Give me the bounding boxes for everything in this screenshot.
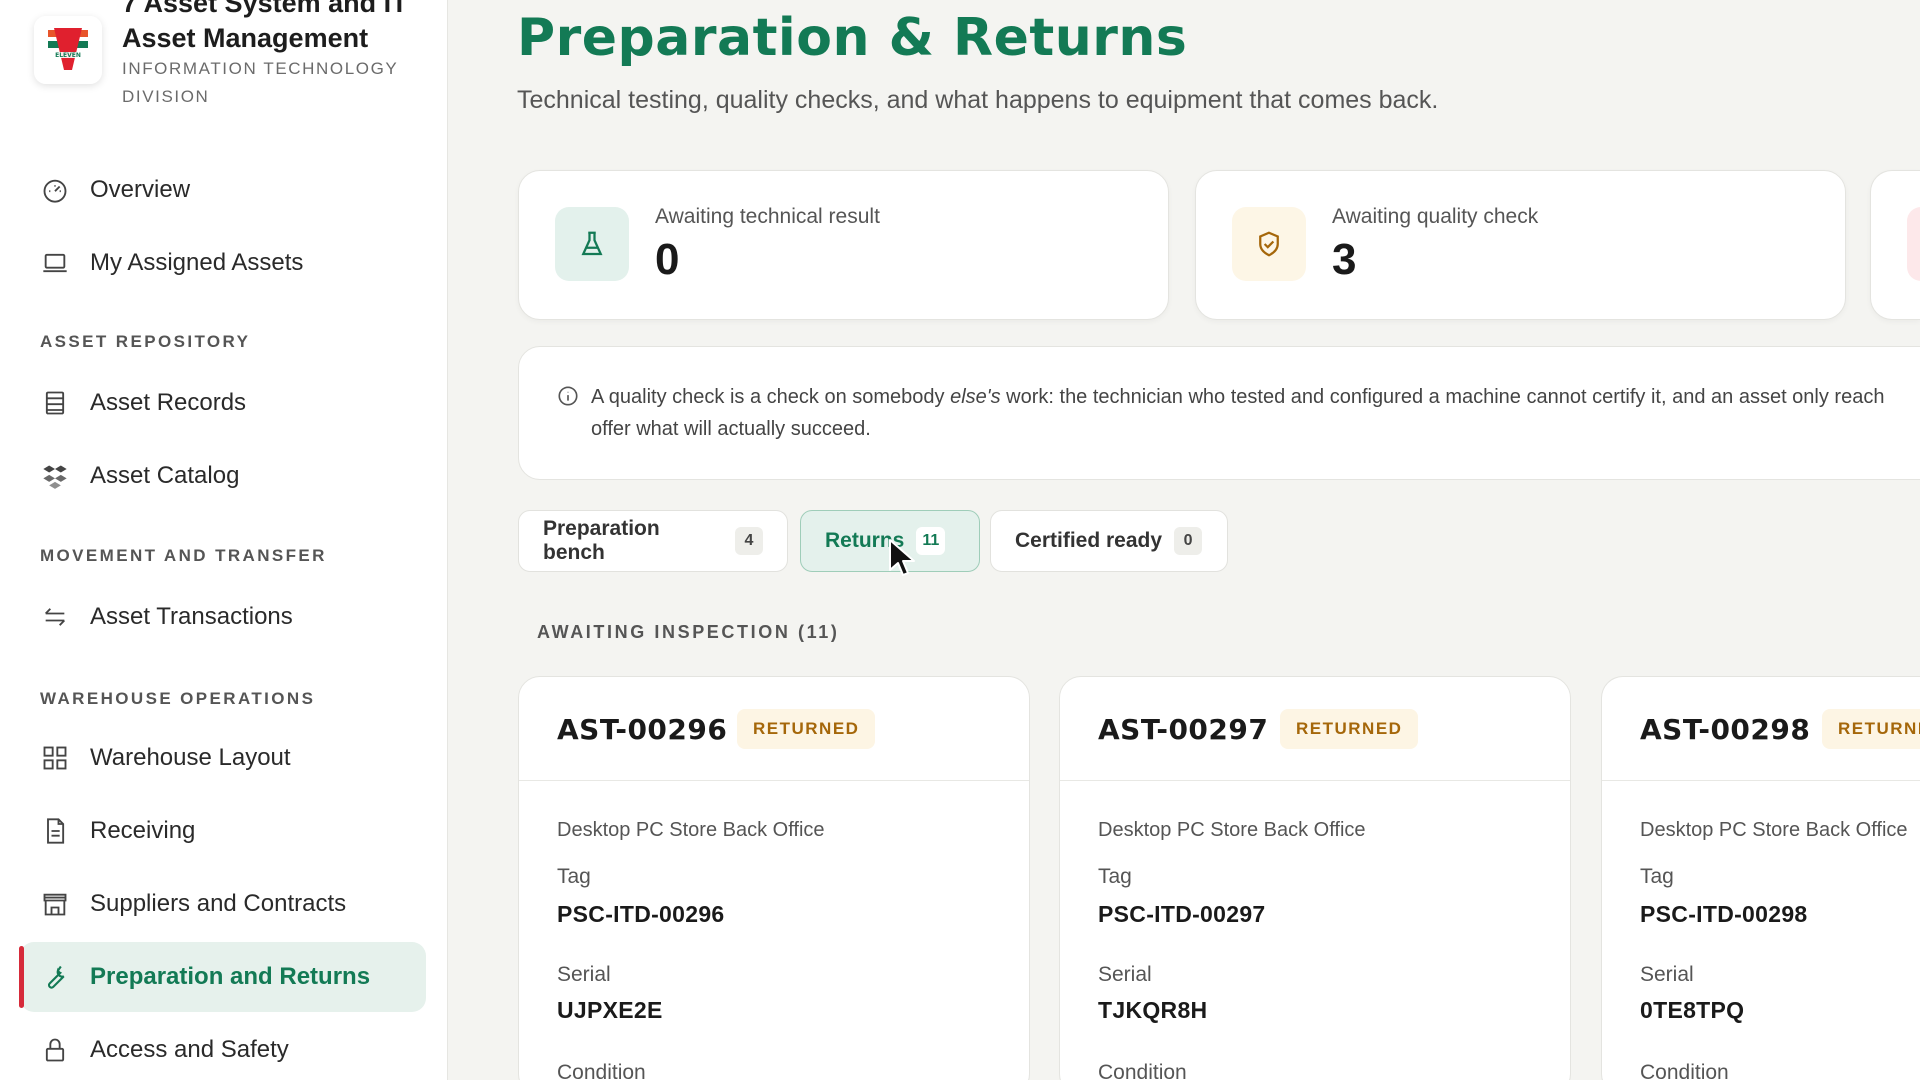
division-label: INFORMATION TECHNOLOGY DIVISION bbox=[122, 59, 399, 106]
sidebar-item-receiving[interactable]: Receiving bbox=[20, 796, 426, 866]
group-label-awaiting-inspection: AWAITING INSPECTION (11) bbox=[537, 622, 840, 642]
sidebar-item-label: Asset Records bbox=[90, 389, 247, 416]
asset-card[interactable]: AST-00298 RETURNE Desktop PC Store Back … bbox=[1601, 676, 1920, 1080]
records-icon bbox=[40, 388, 70, 418]
sidebar-item-label: Overview bbox=[90, 176, 191, 203]
condition-label: Condition bbox=[1640, 1061, 1729, 1080]
sidebar-item-label: Suppliers and Contracts bbox=[90, 890, 347, 917]
asset-description: Desktop PC Store Back Office bbox=[1098, 819, 1366, 841]
status-badge: RETURNED bbox=[1280, 709, 1419, 749]
tab-preparation-bench[interactable]: Preparation bench 4 bbox=[518, 510, 788, 572]
sidebar-item-label: Asset Catalog bbox=[90, 462, 240, 489]
tag-label: Tag bbox=[557, 865, 591, 888]
sidebar-item-asset-catalog[interactable]: Asset Catalog bbox=[20, 441, 426, 511]
tab-count-badge: 11 bbox=[916, 527, 946, 555]
tab-count-badge: 4 bbox=[735, 527, 763, 555]
sidebar-item-my-assigned-assets[interactable]: My Assigned Assets bbox=[20, 228, 426, 298]
app-title: 7 Asset System and IT Asset Management bbox=[122, 0, 408, 53]
asset-description: Desktop PC Store Back Office bbox=[1640, 819, 1908, 841]
tab-certified-ready[interactable]: Certified ready 0 bbox=[990, 510, 1228, 572]
tag-value: PSC-ITD-00298 bbox=[1640, 901, 1808, 927]
sidebar-item-access-and-safety[interactable]: Access and Safety bbox=[20, 1015, 426, 1080]
flask-icon bbox=[555, 207, 629, 281]
serial-label: Serial bbox=[557, 963, 611, 986]
asset-id: AST-00296 bbox=[557, 713, 728, 746]
serial-label: Serial bbox=[1098, 963, 1152, 986]
store-icon bbox=[40, 889, 70, 919]
stat-card-technical-result: Awaiting technical result 0 bbox=[518, 170, 1169, 320]
asset-card-header: AST-00298 RETURNE bbox=[1602, 677, 1920, 781]
asset-id: AST-00298 bbox=[1640, 713, 1811, 746]
notice-text-line2: offer what will actually succeed. bbox=[591, 418, 871, 440]
svg-text:ELEVEN: ELEVEN bbox=[55, 52, 81, 59]
document-icon bbox=[40, 816, 70, 846]
stat-value: 3 bbox=[1332, 235, 1357, 284]
serial-value: TJKQR8H bbox=[1098, 997, 1208, 1023]
wrench-icon bbox=[40, 962, 70, 992]
tag-value: PSC-ITD-00297 bbox=[1098, 901, 1266, 927]
sidebar-item-label: My Assigned Assets bbox=[90, 249, 304, 276]
tab-label: Certified ready bbox=[1015, 529, 1163, 552]
tag-value: PSC-ITD-00296 bbox=[557, 901, 725, 927]
page-title: Preparation & Returns bbox=[517, 8, 1188, 68]
serial-value: 0TE8TPQ bbox=[1640, 997, 1745, 1023]
sidebar-item-label: Preparation and Returns bbox=[90, 963, 371, 990]
sidebar-item-asset-records[interactable]: Asset Records bbox=[20, 368, 426, 438]
asset-card-header: AST-00296 RETURNED bbox=[519, 677, 1029, 781]
sidebar-item-asset-transactions[interactable]: Asset Transactions bbox=[20, 582, 426, 652]
section-label-movement-and-transfer: MOVEMENT AND TRANSFER bbox=[40, 546, 327, 565]
info-icon bbox=[557, 385, 581, 409]
sidebar: ELEVEN 7 Asset System and IT Asset Manag… bbox=[0, 0, 448, 1080]
quality-check-notice: A quality check is a check on somebody e… bbox=[518, 346, 1920, 480]
sidebar-item-preparation-and-returns[interactable]: Preparation and Returns bbox=[19, 942, 426, 1012]
condition-label: Condition bbox=[557, 1061, 646, 1080]
serial-value: UJPXE2E bbox=[557, 997, 663, 1023]
transfer-arrows-icon bbox=[40, 602, 70, 632]
stat-icon-partial bbox=[1907, 207, 1920, 281]
sidebar-item-label: Warehouse Layout bbox=[90, 744, 291, 771]
notice-text-part: work: the technician who tested and conf… bbox=[1000, 386, 1885, 408]
section-label-asset-repository: ASSET REPOSITORY bbox=[40, 332, 251, 351]
page-subtitle: Technical testing, quality checks, and w… bbox=[517, 86, 1439, 114]
notice-text: A quality check is a check on somebody e… bbox=[591, 381, 1920, 445]
serial-label: Serial bbox=[1640, 963, 1694, 986]
laptop-icon bbox=[40, 248, 70, 278]
sidebar-item-overview[interactable]: Overview bbox=[20, 155, 426, 225]
tab-count-badge: 0 bbox=[1174, 527, 1203, 555]
sidebar-item-warehouse-layout[interactable]: Warehouse Layout bbox=[20, 723, 426, 793]
notice-emphasis: else's bbox=[950, 386, 1001, 408]
tab-label: Preparation bench bbox=[543, 517, 660, 564]
asset-id: AST-00297 bbox=[1098, 713, 1269, 746]
sidebar-item-label: Receiving bbox=[90, 817, 196, 844]
tag-label: Tag bbox=[1640, 865, 1674, 888]
asset-card-header: AST-00297 RETURNED bbox=[1060, 677, 1570, 781]
condition-label: Condition bbox=[1098, 1061, 1187, 1080]
grid-icon bbox=[40, 743, 70, 773]
notice-text-part: A quality check is a check on somebody bbox=[591, 386, 951, 408]
asset-description: Desktop PC Store Back Office bbox=[557, 819, 825, 841]
stat-label: Awaiting quality check bbox=[1332, 205, 1539, 228]
mouse-cursor-icon bbox=[889, 539, 915, 576]
asset-card[interactable]: AST-00297 RETURNED Desktop PC Store Back… bbox=[1059, 676, 1571, 1080]
boxes-icon bbox=[40, 461, 70, 491]
shield-check-icon bbox=[1232, 207, 1306, 281]
stat-card-quality-check: Awaiting quality check 3 bbox=[1195, 170, 1846, 320]
sidebar-item-label: Asset Transactions bbox=[90, 603, 293, 630]
gauge-icon bbox=[40, 175, 70, 205]
status-badge: RETURNE bbox=[1822, 709, 1920, 749]
status-badge: RETURNED bbox=[737, 709, 876, 749]
lock-icon bbox=[40, 1035, 70, 1065]
sidebar-item-label: Access and Safety bbox=[90, 1036, 289, 1063]
stat-value: 0 bbox=[655, 235, 680, 284]
brand: ELEVEN 7 Asset System and IT Asset Manag… bbox=[34, 0, 434, 120]
sidebar-item-suppliers-and-contracts[interactable]: Suppliers and Contracts bbox=[20, 869, 426, 939]
tag-label: Tag bbox=[1098, 865, 1132, 888]
asset-card[interactable]: AST-00296 RETURNED Desktop PC Store Back… bbox=[518, 676, 1030, 1080]
stat-card-partial bbox=[1870, 170, 1920, 320]
section-label-warehouse-operations: WAREHOUSE OPERATIONS bbox=[40, 689, 316, 708]
stat-label: Awaiting technical result bbox=[655, 205, 880, 228]
company-logo: ELEVEN bbox=[34, 16, 102, 84]
